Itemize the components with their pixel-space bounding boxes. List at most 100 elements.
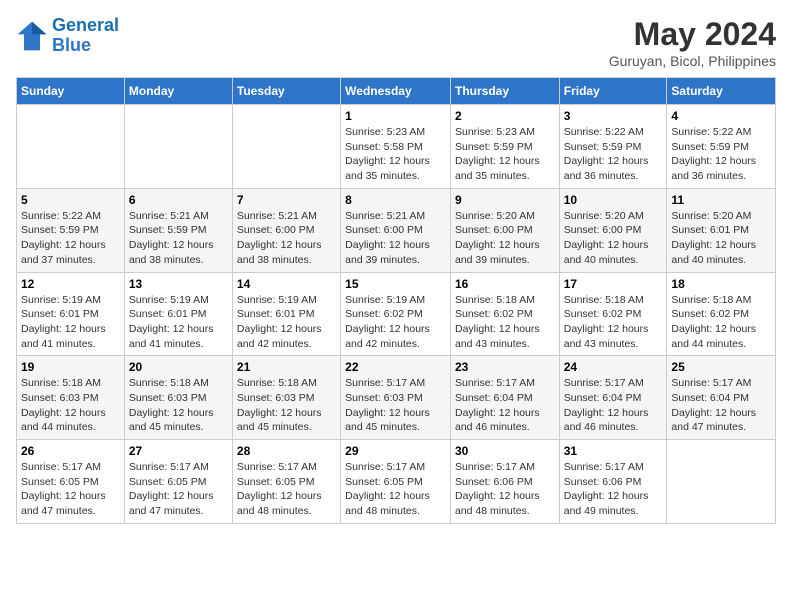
- day-number: 10: [564, 193, 663, 207]
- calendar-cell: 22 Sunrise: 5:17 AMSunset: 6:03 PMDaylig…: [341, 356, 451, 440]
- day-info: Sunrise: 5:17 AMSunset: 6:05 PMDaylight:…: [345, 460, 446, 519]
- day-number: 14: [237, 277, 336, 291]
- day-info: Sunrise: 5:17 AMSunset: 6:06 PMDaylight:…: [564, 460, 663, 519]
- calendar-title: May 2024: [609, 16, 776, 53]
- day-info: Sunrise: 5:23 AMSunset: 5:59 PMDaylight:…: [455, 125, 555, 184]
- calendar-cell: 1 Sunrise: 5:23 AMSunset: 5:58 PMDayligh…: [341, 105, 451, 189]
- day-number: 25: [671, 360, 771, 374]
- header-friday: Friday: [559, 78, 667, 105]
- calendar-cell: 20 Sunrise: 5:18 AMSunset: 6:03 PMDaylig…: [124, 356, 232, 440]
- day-info: Sunrise: 5:17 AMSunset: 6:04 PMDaylight:…: [455, 376, 555, 435]
- logo-icon: [16, 20, 48, 52]
- header-thursday: Thursday: [450, 78, 559, 105]
- day-number: 19: [21, 360, 120, 374]
- calendar-cell: 15 Sunrise: 5:19 AMSunset: 6:02 PMDaylig…: [341, 272, 451, 356]
- day-number: 16: [455, 277, 555, 291]
- calendar-cell: 30 Sunrise: 5:17 AMSunset: 6:06 PMDaylig…: [450, 440, 559, 524]
- day-number: 17: [564, 277, 663, 291]
- day-number: 5: [21, 193, 120, 207]
- day-info: Sunrise: 5:18 AMSunset: 6:03 PMDaylight:…: [129, 376, 228, 435]
- calendar-cell: 18 Sunrise: 5:18 AMSunset: 6:02 PMDaylig…: [667, 272, 776, 356]
- calendar-cell: 23 Sunrise: 5:17 AMSunset: 6:04 PMDaylig…: [450, 356, 559, 440]
- day-number: 23: [455, 360, 555, 374]
- day-number: 9: [455, 193, 555, 207]
- logo-blue: Blue: [52, 35, 91, 55]
- calendar-cell: 27 Sunrise: 5:17 AMSunset: 6:05 PMDaylig…: [124, 440, 232, 524]
- calendar-cell: 4 Sunrise: 5:22 AMSunset: 5:59 PMDayligh…: [667, 105, 776, 189]
- day-info: Sunrise: 5:19 AMSunset: 6:01 PMDaylight:…: [237, 293, 336, 352]
- calendar-cell: 11 Sunrise: 5:20 AMSunset: 6:01 PMDaylig…: [667, 188, 776, 272]
- day-number: 11: [671, 193, 771, 207]
- day-info: Sunrise: 5:17 AMSunset: 6:05 PMDaylight:…: [129, 460, 228, 519]
- calendar-cell: 31 Sunrise: 5:17 AMSunset: 6:06 PMDaylig…: [559, 440, 667, 524]
- day-info: Sunrise: 5:21 AMSunset: 6:00 PMDaylight:…: [237, 209, 336, 268]
- day-info: Sunrise: 5:18 AMSunset: 6:03 PMDaylight:…: [237, 376, 336, 435]
- calendar-cell: 16 Sunrise: 5:18 AMSunset: 6:02 PMDaylig…: [450, 272, 559, 356]
- day-number: 8: [345, 193, 446, 207]
- day-number: 15: [345, 277, 446, 291]
- day-info: Sunrise: 5:20 AMSunset: 6:00 PMDaylight:…: [455, 209, 555, 268]
- calendar-cell: 3 Sunrise: 5:22 AMSunset: 5:59 PMDayligh…: [559, 105, 667, 189]
- day-number: 24: [564, 360, 663, 374]
- day-number: 27: [129, 444, 228, 458]
- day-info: Sunrise: 5:17 AMSunset: 6:05 PMDaylight:…: [237, 460, 336, 519]
- day-number: 18: [671, 277, 771, 291]
- calendar-week-2: 12 Sunrise: 5:19 AMSunset: 6:01 PMDaylig…: [17, 272, 776, 356]
- day-info: Sunrise: 5:18 AMSunset: 6:02 PMDaylight:…: [564, 293, 663, 352]
- calendar-cell: 17 Sunrise: 5:18 AMSunset: 6:02 PMDaylig…: [559, 272, 667, 356]
- day-number: 26: [21, 444, 120, 458]
- day-info: Sunrise: 5:17 AMSunset: 6:05 PMDaylight:…: [21, 460, 120, 519]
- day-number: 29: [345, 444, 446, 458]
- day-number: 20: [129, 360, 228, 374]
- calendar-cell: 26 Sunrise: 5:17 AMSunset: 6:05 PMDaylig…: [17, 440, 125, 524]
- day-info: Sunrise: 5:22 AMSunset: 5:59 PMDaylight:…: [671, 125, 771, 184]
- calendar-cell: 19 Sunrise: 5:18 AMSunset: 6:03 PMDaylig…: [17, 356, 125, 440]
- calendar-cell: 8 Sunrise: 5:21 AMSunset: 6:00 PMDayligh…: [341, 188, 451, 272]
- calendar-cell: 9 Sunrise: 5:20 AMSunset: 6:00 PMDayligh…: [450, 188, 559, 272]
- calendar-cell: 29 Sunrise: 5:17 AMSunset: 6:05 PMDaylig…: [341, 440, 451, 524]
- day-info: Sunrise: 5:18 AMSunset: 6:02 PMDaylight:…: [671, 293, 771, 352]
- header-monday: Monday: [124, 78, 232, 105]
- calendar-cell: 13 Sunrise: 5:19 AMSunset: 6:01 PMDaylig…: [124, 272, 232, 356]
- day-number: 1: [345, 109, 446, 123]
- calendar-cell: [232, 105, 340, 189]
- calendar-cell: 24 Sunrise: 5:17 AMSunset: 6:04 PMDaylig…: [559, 356, 667, 440]
- day-info: Sunrise: 5:17 AMSunset: 6:06 PMDaylight:…: [455, 460, 555, 519]
- day-info: Sunrise: 5:18 AMSunset: 6:03 PMDaylight:…: [21, 376, 120, 435]
- calendar-table: SundayMondayTuesdayWednesdayThursdayFrid…: [16, 77, 776, 524]
- day-number: 3: [564, 109, 663, 123]
- day-info: Sunrise: 5:19 AMSunset: 6:01 PMDaylight:…: [21, 293, 120, 352]
- calendar-week-1: 5 Sunrise: 5:22 AMSunset: 5:59 PMDayligh…: [17, 188, 776, 272]
- day-info: Sunrise: 5:17 AMSunset: 6:04 PMDaylight:…: [564, 376, 663, 435]
- day-info: Sunrise: 5:21 AMSunset: 6:00 PMDaylight:…: [345, 209, 446, 268]
- day-number: 6: [129, 193, 228, 207]
- day-number: 2: [455, 109, 555, 123]
- calendar-cell: 6 Sunrise: 5:21 AMSunset: 5:59 PMDayligh…: [124, 188, 232, 272]
- calendar-cell: 7 Sunrise: 5:21 AMSunset: 6:00 PMDayligh…: [232, 188, 340, 272]
- calendar-cell: 12 Sunrise: 5:19 AMSunset: 6:01 PMDaylig…: [17, 272, 125, 356]
- header-tuesday: Tuesday: [232, 78, 340, 105]
- calendar-week-3: 19 Sunrise: 5:18 AMSunset: 6:03 PMDaylig…: [17, 356, 776, 440]
- calendar-cell: [17, 105, 125, 189]
- day-info: Sunrise: 5:23 AMSunset: 5:58 PMDaylight:…: [345, 125, 446, 184]
- day-info: Sunrise: 5:21 AMSunset: 5:59 PMDaylight:…: [129, 209, 228, 268]
- day-number: 30: [455, 444, 555, 458]
- day-number: 12: [21, 277, 120, 291]
- header-wednesday: Wednesday: [341, 78, 451, 105]
- calendar-header-row: SundayMondayTuesdayWednesdayThursdayFrid…: [17, 78, 776, 105]
- day-info: Sunrise: 5:18 AMSunset: 6:02 PMDaylight:…: [455, 293, 555, 352]
- logo: General Blue: [16, 16, 119, 56]
- day-info: Sunrise: 5:17 AMSunset: 6:04 PMDaylight:…: [671, 376, 771, 435]
- calendar-cell: 21 Sunrise: 5:18 AMSunset: 6:03 PMDaylig…: [232, 356, 340, 440]
- day-info: Sunrise: 5:20 AMSunset: 6:01 PMDaylight:…: [671, 209, 771, 268]
- calendar-cell: 28 Sunrise: 5:17 AMSunset: 6:05 PMDaylig…: [232, 440, 340, 524]
- logo-text: General Blue: [52, 16, 119, 56]
- day-number: 4: [671, 109, 771, 123]
- day-info: Sunrise: 5:19 AMSunset: 6:02 PMDaylight:…: [345, 293, 446, 352]
- calendar-week-0: 1 Sunrise: 5:23 AMSunset: 5:58 PMDayligh…: [17, 105, 776, 189]
- day-number: 21: [237, 360, 336, 374]
- day-number: 13: [129, 277, 228, 291]
- day-info: Sunrise: 5:22 AMSunset: 5:59 PMDaylight:…: [21, 209, 120, 268]
- calendar-cell: 10 Sunrise: 5:20 AMSunset: 6:00 PMDaylig…: [559, 188, 667, 272]
- day-info: Sunrise: 5:20 AMSunset: 6:00 PMDaylight:…: [564, 209, 663, 268]
